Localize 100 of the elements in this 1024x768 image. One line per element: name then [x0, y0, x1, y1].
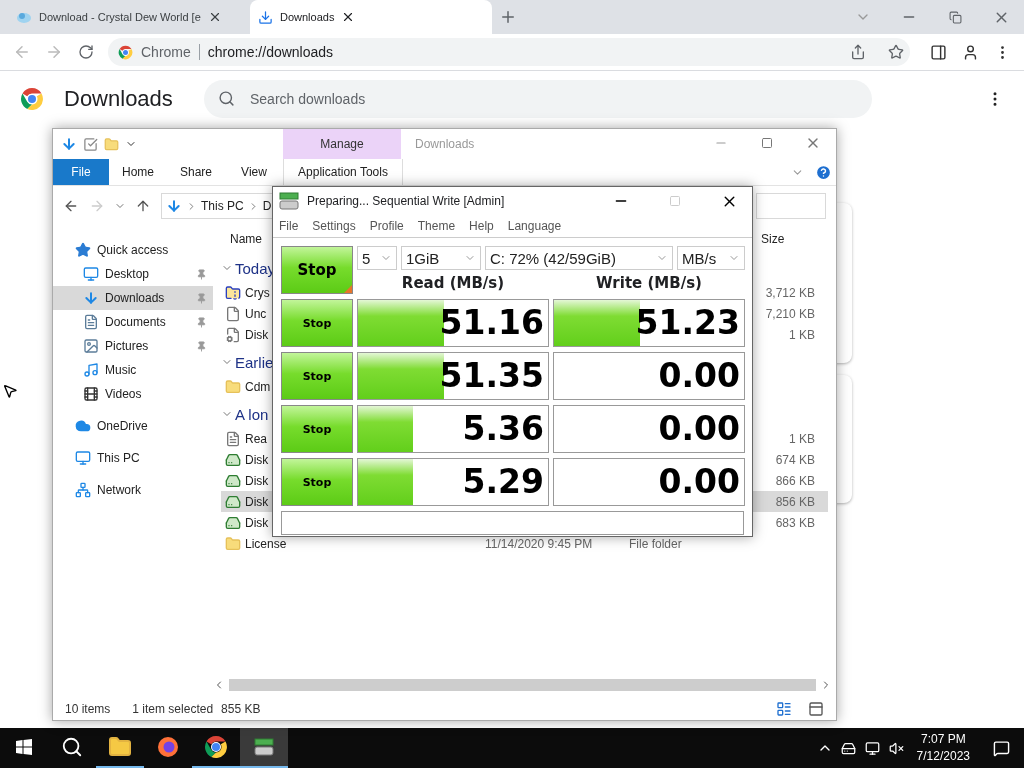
- download-icon[interactable]: [61, 136, 77, 152]
- back-icon[interactable]: [63, 198, 79, 214]
- firefox-icon[interactable]: [156, 735, 180, 759]
- folder-icon[interactable]: [108, 735, 132, 759]
- menu-item[interactable]: Language: [507, 219, 562, 233]
- file-date: 11/14/2020 9:45 PM: [485, 536, 594, 551]
- breadcrumb-item[interactable]: This PC: [201, 199, 244, 213]
- menu-item[interactable]: Settings: [312, 219, 356, 233]
- up-icon[interactable]: [135, 198, 151, 214]
- stop-all-button[interactable]: Stop: [281, 246, 353, 294]
- browser-tab[interactable]: Download - Crystal Dew World [e: [8, 0, 250, 34]
- cloud-icon: [16, 10, 32, 24]
- file-name[interactable]: Disk: [245, 494, 269, 509]
- search-field[interactable]: [756, 193, 826, 219]
- address-field[interactable]: This PC D: [161, 193, 273, 219]
- comment-field[interactable]: [281, 511, 744, 535]
- size-select[interactable]: 1GiB: [401, 246, 481, 270]
- search-field[interactable]: Search downloads: [204, 80, 872, 118]
- drive-icon: [225, 493, 241, 510]
- browser-tab[interactable]: Downloads: [250, 0, 492, 34]
- document-icon: [83, 314, 99, 330]
- search-icon: [218, 90, 235, 107]
- sidebar-item[interactable]: Downloads: [53, 286, 213, 310]
- sidebar-item[interactable]: Documents: [53, 310, 213, 334]
- file-icon: [225, 305, 241, 322]
- new-tab-icon[interactable]: [499, 8, 517, 26]
- search-icon[interactable]: [61, 736, 83, 758]
- sidebar-item[interactable]: Desktop: [53, 262, 213, 286]
- stop-button[interactable]: Stop: [281, 458, 353, 506]
- sidebar-item[interactable]: OneDrive: [53, 414, 213, 438]
- scrollbar-thumb[interactable]: [229, 679, 816, 691]
- file-name[interactable]: Rea: [245, 431, 267, 446]
- sidebar-item[interactable]: Videos: [53, 382, 213, 406]
- menu-item[interactable]: Profile: [369, 219, 404, 233]
- menu-item[interactable]: Help: [469, 219, 494, 233]
- file-name[interactable]: Disk: [245, 515, 269, 530]
- file-size: 1 KB: [788, 431, 815, 446]
- restore-icon[interactable]: [948, 10, 962, 24]
- stop-button[interactable]: Stop: [281, 352, 353, 400]
- page-title: Downloads: [64, 86, 174, 112]
- reload-icon[interactable]: [78, 44, 94, 60]
- menu-item[interactable]: File: [279, 219, 299, 233]
- share-icon[interactable]: [850, 44, 866, 60]
- file-name[interactable]: Disk: [245, 452, 269, 467]
- maximize-icon[interactable]: [761, 137, 773, 149]
- speed-value: 0.00: [658, 463, 740, 501]
- computer-icon: [75, 450, 91, 466]
- properties-icon[interactable]: [83, 136, 98, 152]
- breadcrumb-item[interactable]: D: [262, 199, 272, 213]
- file-size: 866 KB: [774, 473, 815, 488]
- drive-tray-icon[interactable]: [841, 740, 857, 756]
- help-icon[interactable]: [814, 163, 832, 181]
- drive-select[interactable]: C: 72% (42/59GiB): [485, 246, 673, 270]
- stop-button[interactable]: Stop: [281, 405, 353, 453]
- menu-item[interactable]: Theme: [417, 219, 456, 233]
- chrome-icon[interactable]: [204, 735, 228, 759]
- file-name[interactable]: Disk: [245, 473, 269, 488]
- details-view-icon[interactable]: [776, 701, 792, 717]
- disk-icon: [279, 192, 299, 210]
- column-header[interactable]: Size: [761, 232, 821, 246]
- star-icon: [75, 242, 91, 258]
- address-bar[interactable]: Chrome chrome://downloads: [108, 38, 910, 66]
- notifications-icon[interactable]: [992, 739, 1010, 757]
- volume-muted-icon[interactable]: [889, 740, 905, 756]
- file-name[interactable]: License: [245, 536, 287, 551]
- music-icon: [83, 362, 99, 378]
- download-icon: [166, 198, 182, 214]
- network-icon[interactable]: [865, 740, 881, 756]
- windows-logo-icon[interactable]: [16, 739, 32, 755]
- file-name[interactable]: Disk: [245, 327, 269, 342]
- group-header[interactable]: A lon: [221, 405, 269, 423]
- unit-select[interactable]: MB/s: [677, 246, 745, 270]
- chrome-logo-icon: [20, 87, 44, 111]
- speed-value: 0.00: [658, 357, 740, 395]
- sidebar-item[interactable]: Network: [53, 478, 213, 502]
- file-name[interactable]: Crys: [245, 285, 270, 300]
- status-text: 1 item selected: [132, 702, 214, 716]
- side-panel-icon[interactable]: [929, 43, 947, 61]
- status-text: 855 KB: [221, 702, 261, 716]
- tiles-view-icon[interactable]: [808, 701, 824, 717]
- speed-value: 5.36: [462, 410, 544, 448]
- file-name[interactable]: Unc: [245, 306, 267, 321]
- file-size: 674 KB: [774, 452, 815, 467]
- group-header[interactable]: Earlie: [221, 353, 274, 371]
- count-select[interactable]: 5: [357, 246, 397, 270]
- download-icon: [83, 290, 99, 306]
- file-size: 683 KB: [774, 515, 815, 530]
- ribbon-tab[interactable]: Application Tools: [283, 159, 403, 185]
- sidebar-item[interactable]: Quick access: [53, 238, 213, 262]
- clock[interactable]: 7:07 PM 7/12/2023: [908, 728, 978, 768]
- column-header[interactable]: Name: [230, 232, 264, 246]
- sidebar-item[interactable]: This PC: [53, 446, 213, 470]
- sidebar-item[interactable]: Music: [53, 358, 213, 382]
- sidebar-item[interactable]: Pictures: [53, 334, 213, 358]
- disk-icon[interactable]: [254, 738, 274, 756]
- stop-button[interactable]: Stop: [281, 299, 353, 347]
- file-name[interactable]: Cdm: [245, 379, 271, 394]
- bookmark-star-icon[interactable]: [888, 44, 904, 60]
- ribbon-tab[interactable]: File: [53, 159, 109, 185]
- file-size: 1 KB: [788, 327, 815, 342]
